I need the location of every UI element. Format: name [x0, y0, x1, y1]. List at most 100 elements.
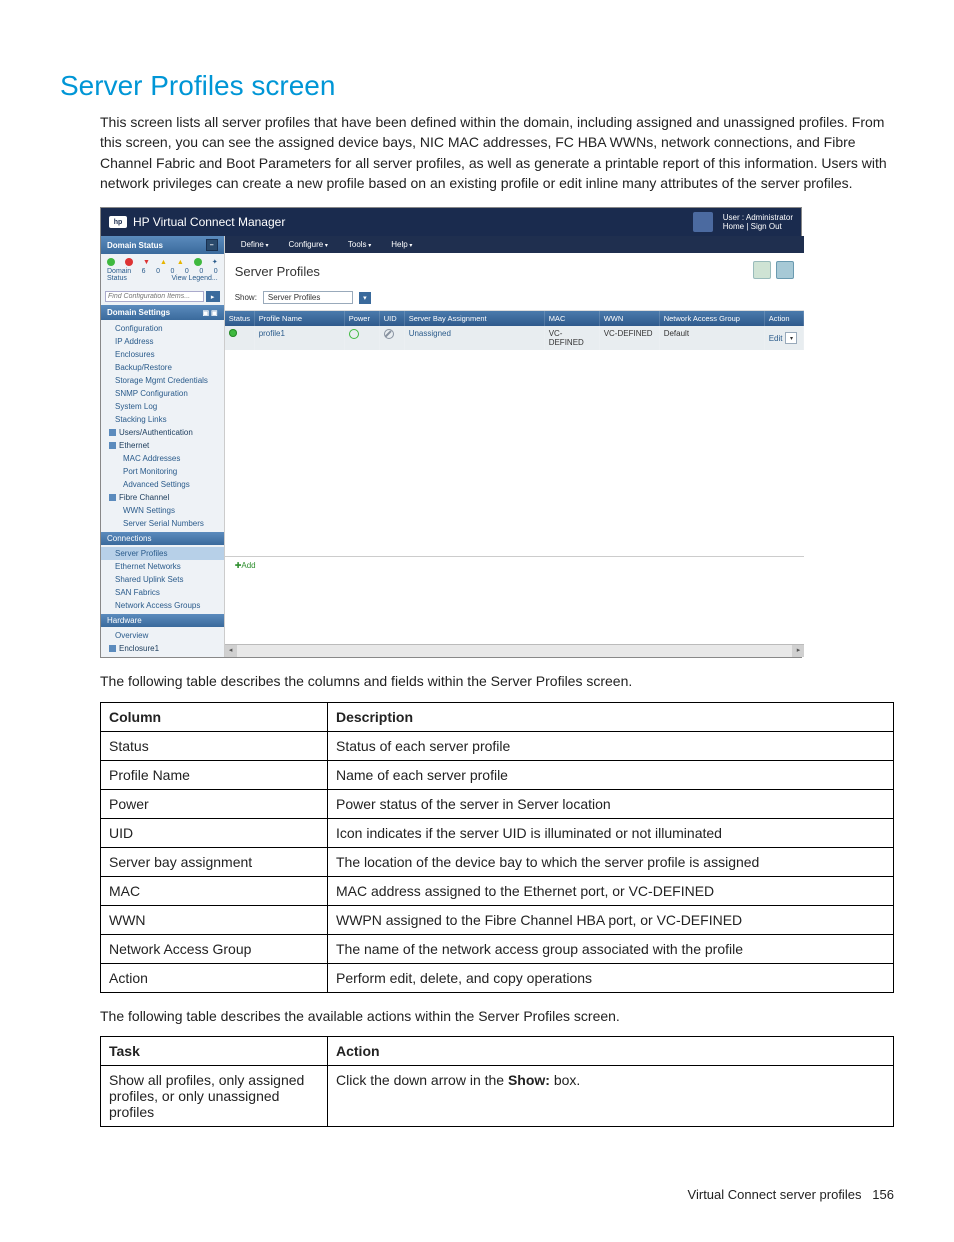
sidebar-item-overview[interactable]: Overview	[101, 629, 224, 642]
header-profile-name[interactable]: Profile Name	[255, 311, 345, 326]
col-cell: WWN	[101, 905, 328, 934]
sidebar-item-advanced-settings[interactable]: Advanced Settings	[101, 478, 224, 491]
domain-status-label: Domain Status	[107, 241, 163, 250]
col-cell: Power	[101, 789, 328, 818]
search-go-button[interactable]: ▸	[206, 291, 220, 302]
sidebar-item-backup-restore[interactable]: Backup/Restore	[101, 361, 224, 374]
add-button[interactable]: Add	[235, 561, 256, 570]
columns-header-column: Column	[101, 702, 328, 731]
count-4: 0	[199, 268, 203, 275]
status-icon-block: ▼ ▲ ▲ ✦ Domain 6 0 0 0 0 0 Status	[101, 254, 224, 288]
sidebar-search: ▸	[101, 288, 224, 305]
show-select[interactable]: Server Profiles	[263, 291, 353, 304]
user-label: User : Administrator	[723, 213, 793, 223]
page-title: Server Profiles screen	[60, 70, 894, 102]
main-area: Define Configure Tools Help Server Profi…	[225, 236, 805, 657]
status-ok-icon	[229, 329, 237, 337]
cell-power	[345, 326, 380, 350]
expand-icons[interactable]: ▣ ▣	[203, 309, 218, 317]
status-unknown-icon: ✦	[212, 258, 218, 266]
col-cell: Power status of the server in Server loc…	[328, 789, 894, 818]
sidebar-item-shared-uplink[interactable]: Shared Uplink Sets	[101, 573, 224, 586]
sidebar: Domain Status – ▼ ▲ ▲ ✦ Domain 6 0 0	[101, 236, 225, 657]
sidebar-hardware-header[interactable]: Hardware	[101, 614, 224, 627]
cell-wwn: VC-DEFINED	[600, 326, 660, 350]
search-input[interactable]	[105, 291, 204, 302]
task-cell: Show all profiles, only assigned profile…	[101, 1066, 328, 1127]
edit-link[interactable]: Edit	[769, 334, 783, 343]
sidebar-item-snmp[interactable]: SNMP Configuration	[101, 387, 224, 400]
cell-nag: Default	[660, 326, 765, 350]
col-cell: MAC address assigned to the Ethernet por…	[328, 876, 894, 905]
sidebar-item-fibre-channel[interactable]: Fibre Channel	[101, 491, 224, 504]
header-status[interactable]: Status	[225, 311, 255, 326]
menu-help[interactable]: Help	[381, 238, 422, 251]
cell-profile-name[interactable]: profile1	[255, 326, 345, 350]
col-cell: WWPN assigned to the Fibre Channel HBA p…	[328, 905, 894, 934]
cell-uid	[380, 326, 405, 350]
status-ok2-icon	[194, 258, 202, 266]
header-action[interactable]: Action	[765, 311, 805, 326]
uid-off-icon	[384, 329, 394, 339]
scroll-right-icon[interactable]: ▸	[792, 645, 804, 657]
sidebar-item-ethernet-networks[interactable]: Ethernet Networks	[101, 560, 224, 573]
count-2: 0	[170, 268, 174, 275]
cell-bay[interactable]: Unassigned	[405, 326, 545, 350]
col-cell: UID	[101, 818, 328, 847]
menu-tools[interactable]: Tools	[338, 238, 381, 251]
main-title: Server Profiles	[235, 264, 320, 279]
filter-label: Show:	[235, 293, 257, 302]
sidebar-item-server-profiles[interactable]: Server Profiles	[101, 547, 224, 560]
sidebar-item-ethernet[interactable]: Ethernet	[101, 439, 224, 452]
scroll-left-icon[interactable]: ◂	[225, 645, 237, 657]
tasks-table: Task Action Show all profiles, only assi…	[100, 1036, 894, 1127]
user-block: User : Administrator Home | Sign Out	[723, 213, 793, 232]
home-signout-links[interactable]: Home | Sign Out	[723, 222, 793, 232]
sidebar-item-mac-addresses[interactable]: MAC Addresses	[101, 452, 224, 465]
print-icon[interactable]	[753, 261, 771, 279]
sidebar-item-users-auth[interactable]: Users/Authentication	[101, 426, 224, 439]
menu-bar: Define Configure Tools Help	[225, 236, 805, 253]
show-dropdown-arrow-icon[interactable]: ▾	[359, 292, 371, 304]
count-5: 0	[214, 268, 218, 275]
sidebar-item-stacking-links[interactable]: Stacking Links	[101, 413, 224, 426]
collapse-icon[interactable]: –	[206, 239, 218, 251]
sidebar-item-configuration[interactable]: Configuration	[101, 322, 224, 335]
sidebar-domain-settings-header[interactable]: Domain Settings ▣ ▣	[101, 305, 224, 320]
action-dropdown-icon[interactable]: ▾	[785, 332, 797, 344]
sidebar-connections-header[interactable]: Connections	[101, 532, 224, 545]
header-nag[interactable]: Network Access Group	[660, 311, 765, 326]
sidebar-item-enclosures[interactable]: Enclosures	[101, 348, 224, 361]
header-bay[interactable]: Server Bay Assignment	[405, 311, 545, 326]
sidebar-domain-status-header[interactable]: Domain Status –	[101, 236, 224, 254]
sidebar-item-san-fabrics[interactable]: SAN Fabrics	[101, 586, 224, 599]
help-icon[interactable]	[776, 261, 794, 279]
task-action-cell: Click the down arrow in the Show: box.	[328, 1066, 894, 1127]
header-mac[interactable]: MAC	[545, 311, 600, 326]
sidebar-item-ip-address[interactable]: IP Address	[101, 335, 224, 348]
col-cell: MAC	[101, 876, 328, 905]
sidebar-item-enclosure1[interactable]: Enclosure1	[101, 642, 224, 655]
count-3: 0	[185, 268, 189, 275]
sidebar-item-network-access-groups[interactable]: Network Access Groups	[101, 599, 224, 612]
header-uid[interactable]: UID	[380, 311, 405, 326]
sidebar-item-port-monitoring[interactable]: Port Monitoring	[101, 465, 224, 478]
menu-define[interactable]: Define	[231, 238, 279, 251]
col-cell: Network Access Group	[101, 934, 328, 963]
header-wwn[interactable]: WWN	[600, 311, 660, 326]
menu-configure[interactable]: Configure	[279, 238, 338, 251]
sidebar-item-system-log[interactable]: System Log	[101, 400, 224, 413]
view-legend-link[interactable]: View Legend...	[172, 275, 218, 282]
header-power[interactable]: Power	[345, 311, 380, 326]
app-title: HP Virtual Connect Manager	[133, 215, 285, 229]
sidebar-item-storage-mgmt[interactable]: Storage Mgmt Credentials	[101, 374, 224, 387]
grid-header: Status Profile Name Power UID Server Bay…	[225, 311, 805, 326]
col-cell: Name of each server profile	[328, 760, 894, 789]
page-footer: Virtual Connect server profiles 156	[60, 1187, 894, 1202]
sidebar-item-server-serial[interactable]: Server Serial Numbers	[101, 517, 224, 530]
sidebar-item-wwn-settings[interactable]: WWN Settings	[101, 504, 224, 517]
domain-settings-label: Domain Settings	[107, 308, 170, 317]
cell-mac: VC-DEFINED	[545, 326, 600, 350]
cell-status	[225, 326, 255, 350]
horizontal-scrollbar[interactable]: ◂ ▸	[225, 644, 805, 657]
